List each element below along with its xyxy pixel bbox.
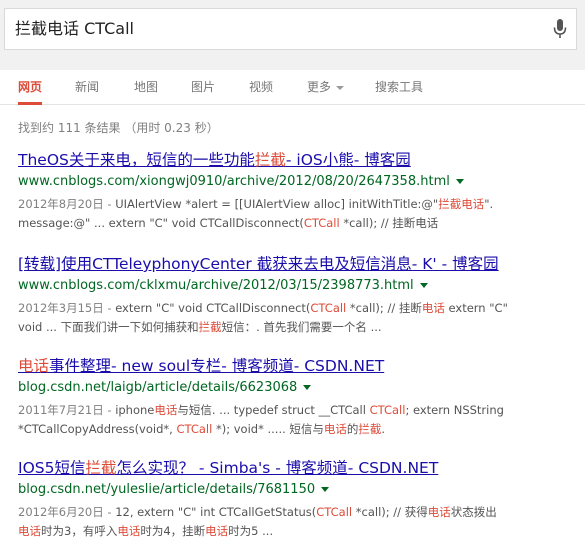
highlighted-term: 电话 xyxy=(154,403,178,417)
snippet-line: 2011年7月21日 - iphone电话与短信. ... typedef st… xyxy=(18,401,578,420)
text-run: 短信：. 首先我们需要一个名 ... xyxy=(221,320,382,334)
text-run: 时为4，挂断 xyxy=(140,524,206,538)
result-url: blog.csdn.net/laigb/article/details/6623… xyxy=(18,379,578,397)
text-run: ; extern NSString xyxy=(405,403,504,417)
result-url: www.cnblogs.com/cklxmu/archive/2012/03/1… xyxy=(18,277,578,295)
text-run: TheOS关于来电，短信的一些功能 xyxy=(18,151,255,169)
tab-web[interactable]: 网页 xyxy=(18,70,43,105)
result-snippet: 2011年7月21日 - iphone电话与短信. ... typedef st… xyxy=(18,401,578,439)
text-run: extern "C" void CTCallDisconnect( xyxy=(115,301,311,315)
url-options-caret-icon[interactable] xyxy=(419,283,428,288)
search-box[interactable]: 拦截电话 CTCall xyxy=(4,8,577,50)
result-title-link[interactable]: 电话事件整理- new soul专栏- 博客频道- CSDN.NET xyxy=(18,356,578,376)
text-run: - iOS小熊- 博客园 xyxy=(285,151,411,169)
url-options-caret-icon[interactable] xyxy=(455,179,464,184)
text-run: . xyxy=(381,422,386,436)
highlighted-term: 拦截 xyxy=(85,459,117,477)
result-date: 2012年3月15日 - xyxy=(18,301,116,315)
search-result: 电话事件整理- new soul专栏- 博客频道- CSDN.NET blog.… xyxy=(18,356,578,439)
highlighted-term: CTCall xyxy=(369,403,406,417)
result-url-text: blog.csdn.net/laigb/article/details/6623… xyxy=(18,380,298,395)
snippet-line: 2012年8月20日 - UIAlertView *alert = [[UIAl… xyxy=(18,195,578,214)
result-snippet: 2012年6月20日 - 12, extern "C" int CTCallGe… xyxy=(18,503,578,541)
text-run: 怎么实现？ - Simba's - 博客频道- CSDN.NET xyxy=(116,459,439,477)
text-run: *call); // 挂断电话 xyxy=(339,216,439,230)
highlighted-term: 拦截电话 xyxy=(438,197,485,211)
text-run: ". xyxy=(484,197,494,211)
highlighted-term: 电话 xyxy=(117,524,141,538)
text-run: void ... 下面我们讲一下如何捕获和 xyxy=(18,320,199,334)
result-date: 2012年6月20日 - xyxy=(18,505,116,519)
text-run: *call); // 获得 xyxy=(352,505,428,519)
tab-news[interactable]: 新闻 xyxy=(75,70,99,104)
highlighted-term: 拦截 xyxy=(254,151,286,169)
result-stats: 找到约 111 条结果 （用时 0.23 秒） xyxy=(18,121,219,135)
highlighted-term: 电话 xyxy=(421,301,445,315)
snippet-line: void ... 下面我们讲一下如何捕获和拦截短信：. 首先我们需要一个名 ..… xyxy=(18,318,578,337)
tab-search-tools[interactable]: 搜索工具 xyxy=(375,70,423,104)
highlighted-term: CTCall xyxy=(303,216,340,230)
text-run: *call); // 挂断 xyxy=(346,301,422,315)
url-options-caret-icon[interactable] xyxy=(321,487,330,492)
tab-more-label: 更多 xyxy=(307,80,332,94)
text-run: 12, extern "C" int CTCallGetStatus( xyxy=(115,505,317,519)
result-title-link[interactable]: TheOS关于来电，短信的一些功能拦截- iOS小熊- 博客园 xyxy=(18,150,578,170)
microphone-icon[interactable] xyxy=(552,18,568,40)
text-run: 时为3，有呼入 xyxy=(41,524,118,538)
highlighted-term: 电话 xyxy=(18,357,50,375)
text-run: *); void* ..... 短信与 xyxy=(212,422,324,436)
highlighted-term: CTCall xyxy=(310,301,347,315)
highlighted-term: 电话 xyxy=(323,422,347,436)
search-result: TheOS关于来电，短信的一些功能拦截- iOS小熊- 博客园 www.cnbl… xyxy=(18,150,578,233)
text-run: 的 xyxy=(346,422,359,436)
result-title-link[interactable]: IOS5短信拦截怎么实现？ - Simba's - 博客频道- CSDN.NET xyxy=(18,458,578,478)
snippet-line: 电话时为3，有呼入电话时为4，挂断电话时为5 ... xyxy=(18,522,578,541)
text-run: *CTCallCopyAddress(void*, xyxy=(18,422,177,436)
result-url-text: blog.csdn.net/yuleslie/article/details/7… xyxy=(18,482,316,497)
text-run: [转载]使用CTTeleyphonyCenter 截获来去电及短信消息- K' … xyxy=(18,255,499,273)
text-run: iphone xyxy=(115,403,155,417)
result-title-link[interactable]: [转载]使用CTTeleyphonyCenter 截获来去电及短信消息- K' … xyxy=(18,254,578,274)
snippet-line: *CTCallCopyAddress(void*, CTCall *); voi… xyxy=(18,420,578,439)
snippet-line: 2012年3月15日 - extern "C" void CTCallDisco… xyxy=(18,299,578,318)
tab-more[interactable]: 更多 xyxy=(307,70,345,104)
text-run: extern "C" xyxy=(444,301,508,315)
search-result: [转载]使用CTTeleyphonyCenter 截获来去电及短信消息- K' … xyxy=(18,254,578,337)
tab-maps[interactable]: 地图 xyxy=(134,70,158,104)
highlighted-term: CTCall xyxy=(316,505,353,519)
result-date: 2012年8月20日 - xyxy=(18,197,116,211)
result-snippet: 2012年8月20日 - UIAlertView *alert = [[UIAl… xyxy=(18,195,578,233)
tab-images[interactable]: 图片 xyxy=(191,70,215,104)
result-url-text: www.cnblogs.com/cklxmu/archive/2012/03/1… xyxy=(18,278,414,293)
highlighted-term: 拦截 xyxy=(358,422,382,436)
tab-videos[interactable]: 视频 xyxy=(249,70,273,104)
text-run: UIAlertView *alert = [[UIAlertView alloc… xyxy=(115,197,439,211)
result-url: blog.csdn.net/yuleslie/article/details/7… xyxy=(18,481,578,499)
result-url-text: www.cnblogs.com/xiongwj0910/archive/2012… xyxy=(18,174,450,189)
text-run: 与短信. ... typedef struct __CTCall xyxy=(177,403,370,417)
url-options-caret-icon[interactable] xyxy=(303,385,312,390)
text-run: 时为5 ... xyxy=(228,524,274,538)
search-header: 拦截电话 CTCall xyxy=(0,0,585,70)
search-input[interactable]: 拦截电话 CTCall xyxy=(15,9,134,49)
text-run: message:@" ... extern "C" void CTCallDis… xyxy=(18,216,304,230)
highlighted-term: 电话 xyxy=(18,524,41,538)
snippet-line: message:@" ... extern "C" void CTCallDis… xyxy=(18,214,578,233)
highlighted-term: 电话 xyxy=(205,524,229,538)
highlighted-term: CTCall xyxy=(176,422,213,436)
text-run: 事件整理- new soul专栏- 博客频道- CSDN.NET xyxy=(49,357,385,375)
search-result: IOS5短信拦截怎么实现？ - Simba's - 博客频道- CSDN.NET… xyxy=(18,458,578,541)
chevron-down-icon xyxy=(336,85,345,90)
text-run: 状态拨出 xyxy=(450,505,497,519)
result-snippet: 2012年3月15日 - extern "C" void CTCallDisco… xyxy=(18,299,578,337)
highlighted-term: 拦截 xyxy=(198,320,222,334)
search-tabs: 网页 新闻 地图 图片 视频 更多 搜索工具 xyxy=(0,70,585,105)
result-date: 2011年7月21日 - xyxy=(18,403,116,417)
text-run: IOS5短信 xyxy=(18,459,86,477)
highlighted-term: 电话 xyxy=(427,505,451,519)
snippet-line: 2012年6月20日 - 12, extern "C" int CTCallGe… xyxy=(18,503,578,522)
result-url: www.cnblogs.com/xiongwj0910/archive/2012… xyxy=(18,173,578,191)
